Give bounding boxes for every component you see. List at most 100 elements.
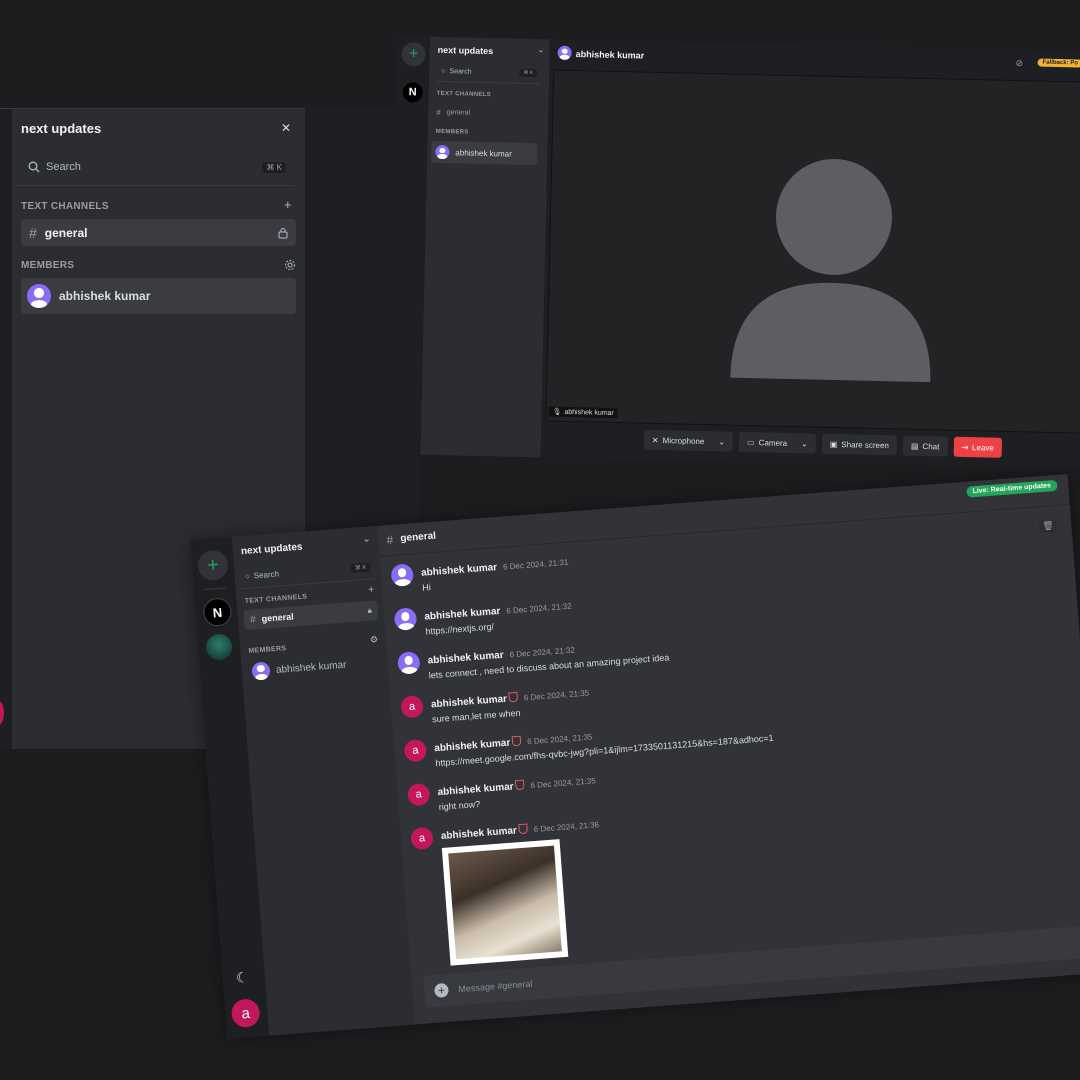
hash-icon: # bbox=[386, 532, 394, 548]
camera-off-icon: ▭ bbox=[746, 437, 755, 447]
message-link[interactable]: https://meet.google.com/fhs-qvbc-jwg?pli… bbox=[435, 733, 774, 768]
message-time: 6 Dec 2024, 21:36 bbox=[533, 820, 600, 835]
server-icon-game[interactable] bbox=[205, 633, 234, 662]
microphone-button[interactable]: ✕ Microphone ⌄ bbox=[643, 429, 734, 452]
search-icon: ○ bbox=[244, 571, 251, 581]
server-name[interactable]: next updates bbox=[438, 45, 494, 56]
message-item[interactable]: a abhishek kumar 6 Dec 2024, 21:35 right … bbox=[406, 770, 597, 813]
text-channels-header: TEXT CHANNELS bbox=[21, 201, 109, 212]
server-rail-edge bbox=[0, 109, 12, 749]
hash-icon: # bbox=[29, 224, 37, 241]
search-button[interactable]: Search ⌘ K bbox=[16, 149, 294, 186]
shield-icon bbox=[518, 823, 529, 834]
hash-icon: # bbox=[436, 107, 441, 117]
member-item[interactable]: abhishek kumar bbox=[247, 650, 382, 684]
photo-thumbnail bbox=[448, 845, 562, 960]
add-channel-icon[interactable]: + bbox=[284, 197, 292, 212]
search-icon: ○ bbox=[441, 67, 446, 75]
message-item[interactable]: a abhishek kumar 6 Dec 2024, 21:36 bbox=[410, 814, 609, 967]
add-channel-icon[interactable]: + bbox=[368, 584, 375, 595]
rail-divider bbox=[203, 587, 226, 591]
channel-item-general[interactable]: # general 🔒︎ bbox=[243, 600, 379, 631]
share-screen-button[interactable]: ▣ Share screen bbox=[821, 433, 898, 456]
server-name[interactable]: next updates bbox=[241, 542, 303, 558]
channel-item-general[interactable]: # general bbox=[436, 105, 542, 121]
shield-icon bbox=[508, 691, 519, 703]
message-time: 6 Dec 2024, 21:32 bbox=[509, 645, 576, 660]
chat-icon: ▤ bbox=[910, 441, 919, 451]
search-shortcut: ⌘ K bbox=[262, 161, 286, 173]
avatar bbox=[435, 144, 450, 160]
message-author: abhishek kumar bbox=[420, 562, 498, 579]
chevron-down-icon[interactable]: ⌄ bbox=[718, 437, 725, 446]
message-time: 6 Dec 2024, 21:35 bbox=[526, 732, 593, 747]
search-shortcut: ⌘ K bbox=[350, 562, 371, 573]
message-author: abhishek kumar bbox=[430, 693, 508, 711]
chevron-down-icon[interactable]: ⌄ bbox=[801, 439, 808, 448]
add-attachment-icon[interactable]: + bbox=[433, 982, 449, 998]
text-channels-header: TEXT CHANNELS bbox=[436, 90, 492, 99]
search-shortcut: ⌘ K bbox=[519, 68, 538, 78]
search-label: Search bbox=[449, 67, 472, 76]
search-label: Search bbox=[46, 161, 81, 173]
message-item[interactable]: abhishek kumar 6 Dec 2024, 21:32 https://… bbox=[393, 596, 573, 638]
add-server-button[interactable]: + bbox=[401, 42, 426, 67]
call-controls: ✕ Microphone ⌄ ▭ Camera ⌄ ▣ Share screen… bbox=[643, 429, 1003, 458]
chevron-down-icon[interactable]: ⌄ bbox=[538, 45, 545, 54]
chevron-down-icon[interactable]: ⌄ bbox=[362, 533, 371, 545]
avatar: a bbox=[410, 826, 434, 851]
mic-off-icon: ✕ bbox=[651, 435, 659, 445]
message-author: abhishek kumar bbox=[424, 605, 501, 623]
message-time: 6 Dec 2024, 21:31 bbox=[502, 557, 569, 572]
gear-icon[interactable]: ⚙ bbox=[370, 634, 379, 646]
close-icon[interactable]: ✕ bbox=[281, 121, 291, 135]
channel-sidebar: next updates ⌄ ○ Search ⌘ K TEXT CHANNEL… bbox=[420, 36, 550, 458]
add-server-button[interactable]: + bbox=[196, 549, 230, 582]
live-badge: Live: Real-time updates bbox=[966, 479, 1058, 498]
channel-name: general bbox=[261, 611, 294, 624]
video-tile[interactable]: 🎙 abhishek kumar bbox=[545, 69, 1080, 434]
avatar bbox=[393, 607, 418, 631]
avatar bbox=[397, 651, 421, 675]
message-author: abhishek kumar bbox=[427, 649, 505, 667]
member-item[interactable]: abhishek kumar bbox=[431, 140, 538, 166]
avatar bbox=[27, 284, 51, 308]
video-call-window: + N next updates ⌄ ○ Search ⌘ K TEXT CHA… bbox=[388, 36, 1080, 470]
chat-window: + N ☾ a next updates ⌄ ○ Search ⌘ K TEXT… bbox=[190, 474, 1080, 1039]
message-time: 6 Dec 2024, 21:32 bbox=[506, 601, 572, 616]
message-item[interactable]: abhishek kumar 6 Dec 2024, 21:32 lets con… bbox=[397, 632, 670, 681]
member-name: abhishek kumar bbox=[275, 659, 347, 676]
search-button[interactable]: ○ Search ⌘ K bbox=[237, 554, 376, 590]
trash-icon[interactable]: 🗑︎ bbox=[1038, 518, 1058, 534]
search-button[interactable]: ○ Search ⌘ K bbox=[434, 60, 542, 85]
moon-icon[interactable]: ☾ bbox=[235, 969, 249, 987]
leave-button[interactable]: ⇥ Leave bbox=[953, 436, 1003, 458]
channel-item-general[interactable]: # general bbox=[21, 219, 296, 246]
image-attachment[interactable] bbox=[441, 839, 569, 966]
chat-button[interactable]: ▤ Chat bbox=[902, 435, 948, 457]
lock-icon bbox=[278, 227, 288, 238]
message-author: abhishek kumar bbox=[433, 737, 511, 755]
members-header: MEMBERS bbox=[21, 260, 75, 271]
gear-icon[interactable] bbox=[284, 259, 296, 271]
user-avatar[interactable]: a bbox=[230, 998, 261, 1029]
search-icon bbox=[28, 161, 40, 173]
avatar: a bbox=[400, 695, 424, 719]
server-icon-next[interactable]: N bbox=[202, 597, 233, 628]
text-channels-header: TEXT CHANNELS bbox=[244, 593, 308, 606]
message-item[interactable]: a abhishek kumar 6 Dec 2024, 21:35 sure m… bbox=[400, 683, 590, 726]
member-item[interactable]: abhishek kumar bbox=[21, 278, 296, 314]
participant-name: abhishek kumar bbox=[575, 49, 645, 61]
camera-button[interactable]: ▭ Camera ⌄ bbox=[738, 431, 817, 454]
members-header: MEMBERS bbox=[248, 645, 287, 655]
member-name: abhishek kumar bbox=[455, 147, 512, 159]
lock-icon: 🔒︎ bbox=[367, 605, 373, 615]
member-name: abhishek kumar bbox=[59, 289, 151, 303]
message-item[interactable]: abhishek kumar 6 Dec 2024, 21:31 Hi bbox=[390, 552, 569, 594]
message-input-placeholder: Message #general bbox=[458, 978, 533, 995]
search-label: Search bbox=[253, 568, 280, 580]
server-name[interactable]: next updates bbox=[21, 121, 101, 136]
avatar bbox=[251, 661, 271, 681]
members-header: MEMBERS bbox=[435, 128, 469, 136]
server-icon[interactable]: N bbox=[402, 82, 423, 103]
